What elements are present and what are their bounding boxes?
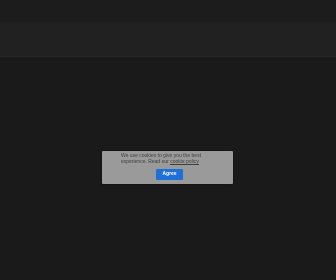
cookie-policy-link[interactable]: cookie policy: [170, 159, 199, 165]
cookie-dialog: We use cookies to give you the best exper…: [102, 151, 233, 184]
agree-button[interactable]: Agree: [156, 169, 183, 180]
cookie-message: We use cookies to give you the best exper…: [121, 153, 221, 166]
modal-overlay: [0, 0, 336, 280]
page: We use cookies to give you the best exper…: [0, 0, 336, 280]
